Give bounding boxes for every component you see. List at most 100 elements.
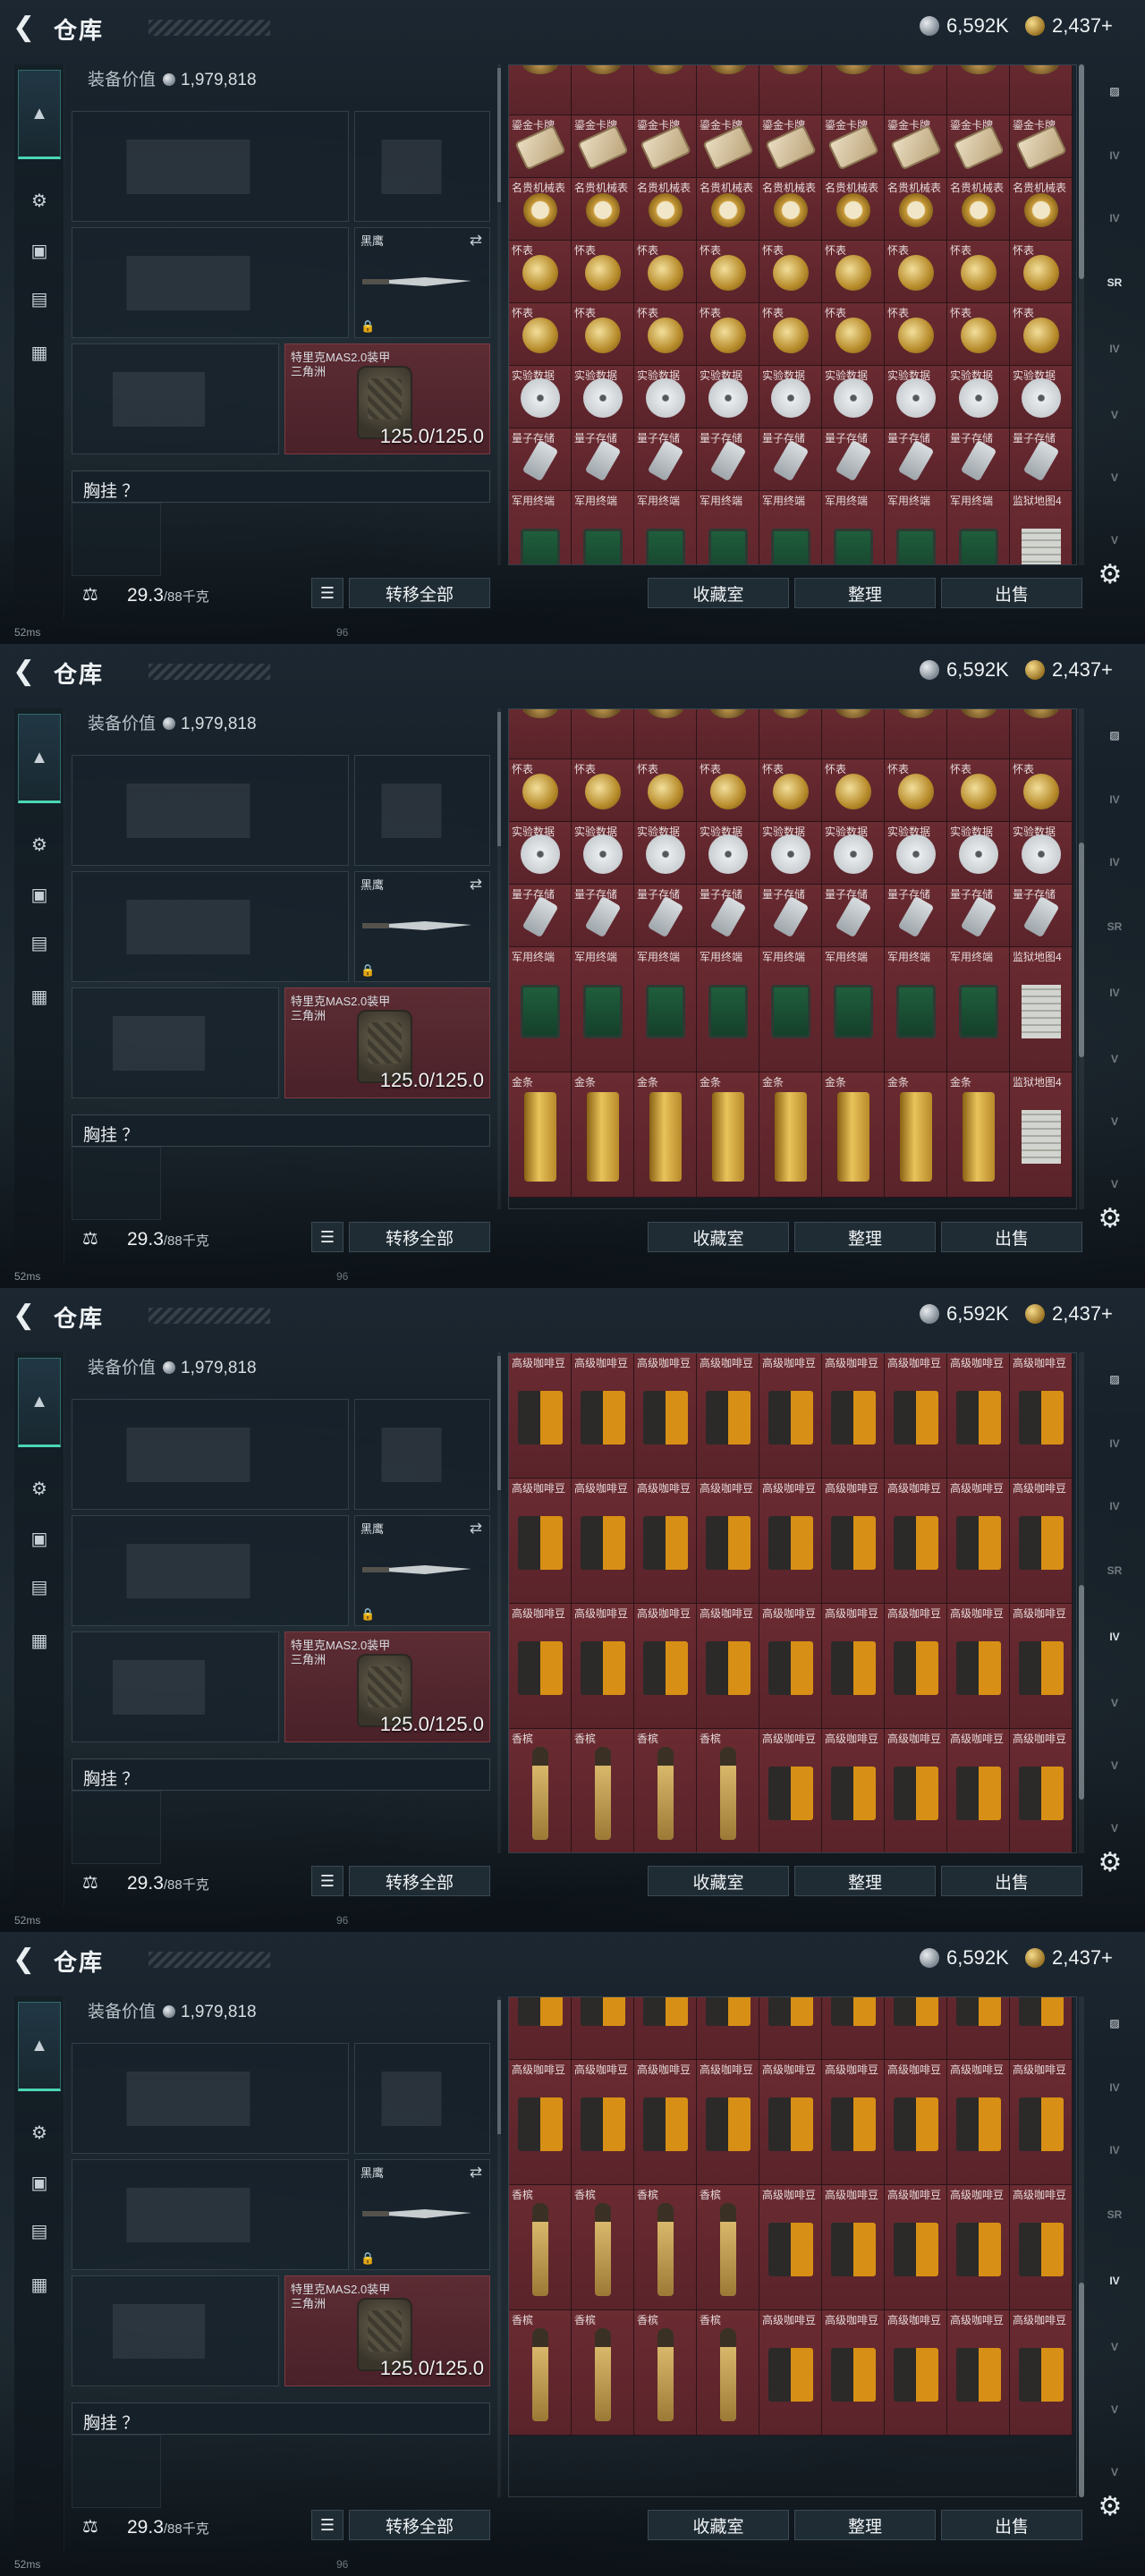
chest-rig-grid[interactable] xyxy=(72,1791,161,1864)
stash-item-champagne[interactable]: 香槟 xyxy=(634,1729,697,1852)
sell-button[interactable]: 出售 xyxy=(941,1866,1082,1896)
stash-item-usb[interactable]: 量子存储 xyxy=(759,885,822,947)
stash-item-terminal[interactable]: 军用终端 xyxy=(634,947,697,1072)
swap-icon[interactable]: ⇄ xyxy=(470,2164,482,2182)
stash-item-top[interactable] xyxy=(885,65,947,115)
stash-item-usb[interactable]: 量子存储 xyxy=(759,428,822,491)
chest-rig-slot[interactable]: 胸挂 ？ xyxy=(72,1758,490,1791)
stash-item-pocket[interactable]: 怀表 xyxy=(759,241,822,303)
stash-scroll-thumb[interactable] xyxy=(1079,1585,1084,1800)
stash-item-coffee[interactable]: 高级咖啡豆 xyxy=(634,1604,697,1729)
stash-scroll-thumb[interactable] xyxy=(1079,843,1084,1057)
stash-item-coffee[interactable]: 高级咖啡豆 xyxy=(885,1729,947,1852)
stash-item-champagne[interactable]: 香槟 xyxy=(634,2310,697,2436)
gold-currency[interactable]: 2,437+ xyxy=(1025,1946,1113,1970)
case-tab-icon[interactable]: ▦ xyxy=(20,333,59,372)
stash-item-top[interactable] xyxy=(634,709,697,759)
stash-item-coffee[interactable]: 高级咖啡豆 xyxy=(759,2310,822,2436)
rack-3-icon[interactable]: SR xyxy=(1091,1551,1138,1590)
stash-item-usb[interactable]: 量子存储 xyxy=(634,428,697,491)
stash-item-champagne[interactable]: 香槟 xyxy=(572,1729,634,1852)
vault-icon[interactable]: ▨ xyxy=(1091,1360,1138,1399)
clipboard-tab-icon[interactable]: ▤ xyxy=(20,279,59,318)
stash-item-usb[interactable]: 量子存储 xyxy=(572,428,634,491)
stash-item-coffee[interactable]: 高级咖啡豆 xyxy=(697,1997,759,2060)
list-icon[interactable]: ☰ xyxy=(311,578,344,608)
stash-item-top[interactable] xyxy=(697,709,759,759)
stash-item-champagne[interactable]: 香槟 xyxy=(697,2310,759,2436)
stash-item-gold[interactable]: 金条 xyxy=(572,1072,634,1198)
stash-item-top[interactable] xyxy=(697,65,759,115)
transfer-all-button[interactable]: 转移全部 xyxy=(349,578,490,608)
helmet-tab-icon[interactable]: ⚙ xyxy=(20,181,59,220)
stash-item-usb[interactable]: 量子存储 xyxy=(1010,428,1073,491)
stash-item-terminal[interactable]: 军用终端 xyxy=(697,947,759,1072)
vault-icon[interactable]: ▨ xyxy=(1091,72,1138,111)
bag-tab-icon[interactable]: ▣ xyxy=(20,231,59,270)
stash-item-usb[interactable]: 量子存储 xyxy=(697,885,759,947)
stash-item-coffee[interactable]: 高级咖啡豆 xyxy=(509,1997,572,2060)
stash-item-pocket[interactable]: 怀表 xyxy=(885,759,947,822)
stash-item-terminal[interactable]: 军用终端 xyxy=(759,947,822,1072)
stash-item-pocket[interactable]: 怀表 xyxy=(509,303,572,366)
chest-rig-slot[interactable]: 胸挂 ？ xyxy=(72,470,490,503)
stash-item-data[interactable]: 实验数据 xyxy=(697,822,759,885)
stash-item-coffee[interactable]: 高级咖啡豆 xyxy=(509,1353,572,1479)
helmet-slot[interactable] xyxy=(72,2275,279,2386)
stash-item-pocket[interactable]: 怀表 xyxy=(634,241,697,303)
stash-item-usb[interactable]: 量子存储 xyxy=(822,428,885,491)
chest-rig-grid[interactable] xyxy=(72,503,161,576)
primary-weapon-slot[interactable] xyxy=(72,755,349,866)
stash-item-data[interactable]: 实验数据 xyxy=(572,366,634,428)
melee-slot[interactable]: 黑鹰 ⇄ 🔒 xyxy=(354,2159,490,2270)
rack-7-icon[interactable]: V xyxy=(1091,2453,1138,2492)
bag-tab-icon[interactable]: ▣ xyxy=(20,1519,59,1558)
stash-item-coffee[interactable]: 高级咖啡豆 xyxy=(885,1479,947,1604)
rack-5-icon[interactable]: V xyxy=(1091,1039,1138,1079)
stash-item-card[interactable]: 鎏金卡牌 xyxy=(885,115,947,178)
helmet-slot[interactable] xyxy=(72,1631,279,1742)
stash-item-pocket[interactable]: 怀表 xyxy=(509,241,572,303)
rack-6-icon[interactable]: V xyxy=(1091,458,1138,497)
stash-item-coffee[interactable]: 高级咖啡豆 xyxy=(947,1479,1010,1604)
list-icon[interactable]: ☰ xyxy=(311,1866,344,1896)
case-tab-icon[interactable]: ▦ xyxy=(20,1621,59,1660)
stash-item-top[interactable] xyxy=(1010,65,1073,115)
stash-item-coffee[interactable]: 高级咖啡豆 xyxy=(947,1604,1010,1729)
list-icon[interactable]: ☰ xyxy=(311,1222,344,1252)
sidearm-slot[interactable] xyxy=(354,111,490,222)
stash-item-top[interactable] xyxy=(509,65,572,115)
stash-item-top[interactable] xyxy=(759,709,822,759)
stash-item-watch[interactable]: 名贵机械表 xyxy=(1010,178,1073,241)
stash-item-data[interactable]: 实验数据 xyxy=(947,822,1010,885)
rack-7-icon[interactable]: V xyxy=(1091,521,1138,560)
case-tab-icon[interactable]: ▦ xyxy=(20,977,59,1016)
settings-gear-icon[interactable]: ⚙ xyxy=(1095,560,1125,590)
rack-2-icon[interactable]: IV xyxy=(1091,1487,1138,1526)
stash-item-top[interactable] xyxy=(822,709,885,759)
stash-item-data[interactable]: 实验数据 xyxy=(634,366,697,428)
helmet-tab-icon[interactable]: ⚙ xyxy=(20,825,59,864)
vault-icon[interactable]: ▨ xyxy=(1091,2004,1138,2043)
stash-item-coffee[interactable]: 高级咖啡豆 xyxy=(1010,2185,1073,2310)
stash-item-coffee[interactable]: 高级咖啡豆 xyxy=(759,1604,822,1729)
primary-weapon-slot[interactable] xyxy=(72,1399,349,1510)
stash-item-coffee[interactable]: 高级咖啡豆 xyxy=(822,1353,885,1479)
stash-item-top[interactable] xyxy=(572,65,634,115)
stash-item-top[interactable] xyxy=(1010,709,1073,759)
stash-item-usb[interactable]: 量子存储 xyxy=(885,885,947,947)
stash-item-pocket[interactable]: 怀表 xyxy=(947,303,1010,366)
stash-item-coffee[interactable]: 高级咖啡豆 xyxy=(1010,2060,1073,2185)
rack-6-icon[interactable]: V xyxy=(1091,1102,1138,1141)
stash-item-coffee[interactable]: 高级咖啡豆 xyxy=(634,1997,697,2060)
stash-item-champagne[interactable]: 香槟 xyxy=(634,2185,697,2310)
sell-button[interactable]: 出售 xyxy=(941,1222,1082,1252)
stash-item-pocket[interactable]: 怀表 xyxy=(697,303,759,366)
collection-button[interactable]: 收藏室 xyxy=(648,578,789,608)
stash-item-top[interactable] xyxy=(634,65,697,115)
stash-item-watch[interactable]: 名贵机械表 xyxy=(822,178,885,241)
stash-item-pocket[interactable]: 怀表 xyxy=(697,241,759,303)
collection-button[interactable]: 收藏室 xyxy=(648,2510,789,2540)
stash-item-data[interactable]: 实验数据 xyxy=(572,822,634,885)
stash-item-pocket[interactable]: 怀表 xyxy=(822,241,885,303)
